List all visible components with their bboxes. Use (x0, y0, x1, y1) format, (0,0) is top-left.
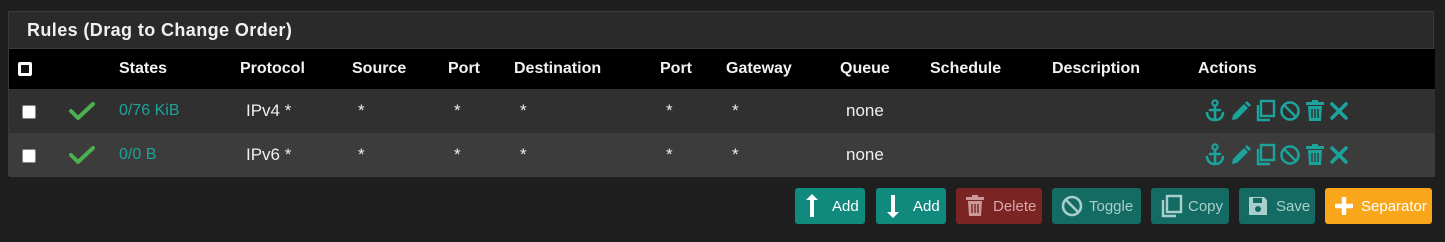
copy-label: Copy (1188, 197, 1224, 215)
disable-icon[interactable] (1279, 143, 1301, 167)
col-gateway: Gateway (726, 60, 792, 77)
row-dest-port: * (666, 101, 673, 120)
rules-panel: Rules (Drag to Change Order) States Prot… (8, 11, 1435, 177)
row-gateway: * (732, 145, 739, 164)
add-bottom-label: Add (913, 197, 940, 215)
col-queue: Queue (840, 60, 890, 77)
separator-label: Separator (1361, 197, 1427, 215)
check-icon (69, 145, 119, 165)
copy-button[interactable]: Copy (1151, 188, 1229, 224)
col-states: States (119, 60, 168, 77)
row-port: * (454, 145, 461, 164)
anchor-icon[interactable] (1204, 143, 1226, 167)
row-description (1052, 133, 1198, 177)
arrow-down-icon (884, 194, 902, 222)
delete-label: Delete (993, 197, 1037, 215)
row-checkbox[interactable] (22, 104, 36, 119)
row-checkbox[interactable] (22, 148, 36, 163)
pencil-icon[interactable] (1229, 143, 1251, 167)
row-dest-port: * (666, 145, 673, 164)
toggle-label: Toggle (1089, 197, 1134, 215)
row-destination: * (520, 145, 527, 164)
disable-icon[interactable] (1279, 99, 1301, 123)
col-dest-port: Port (660, 60, 692, 77)
row-protocol: IPv6 * (246, 145, 292, 164)
disable-icon (1060, 194, 1084, 222)
row-destination: * (520, 101, 527, 120)
panel-title: Rules (Drag to Change Order) (9, 12, 1433, 49)
trash-icon (964, 194, 986, 222)
col-port: Port (448, 60, 480, 77)
row-gateway: * (732, 101, 739, 120)
row-states[interactable]: 0/0 B (119, 133, 240, 177)
toggle-button[interactable]: Toggle (1052, 188, 1141, 224)
row-source: * (358, 145, 365, 164)
add-top-label: Add (832, 197, 859, 215)
separator-button[interactable]: Separator (1325, 188, 1432, 224)
row-queue: none (846, 101, 884, 120)
pencil-icon[interactable] (1229, 99, 1251, 123)
table-header-row: States Protocol Source Port Destination … (9, 49, 1435, 89)
save-label: Save (1276, 197, 1311, 215)
close-icon[interactable] (1329, 99, 1349, 123)
trash-icon[interactable] (1304, 143, 1326, 167)
plus-icon (1333, 194, 1355, 222)
rules-table: States Protocol Source Port Destination … (9, 49, 1435, 177)
col-destination: Destination (514, 60, 602, 77)
anchor-icon[interactable] (1204, 99, 1226, 123)
col-source: Source (352, 60, 407, 77)
copy-icon[interactable] (1254, 99, 1276, 123)
row-schedule (930, 89, 1052, 133)
arrow-up-icon (803, 194, 821, 222)
row-queue: none (846, 145, 884, 164)
row-port: * (454, 101, 461, 120)
select-all-checkbox[interactable] (18, 61, 32, 76)
save-button[interactable]: Save (1239, 188, 1315, 224)
row-description (1052, 89, 1198, 133)
row-schedule (930, 133, 1052, 177)
row-protocol: IPv4 * (246, 101, 292, 120)
save-icon (1247, 194, 1269, 222)
col-description: Description (1052, 60, 1141, 77)
col-protocol: Protocol (240, 60, 305, 77)
copy-icon[interactable] (1254, 143, 1276, 167)
row-source: * (358, 101, 365, 120)
col-schedule: Schedule (930, 60, 1002, 77)
trash-icon[interactable] (1304, 99, 1326, 123)
check-icon (69, 101, 119, 121)
add-bottom-button[interactable]: Add (876, 188, 946, 224)
copy-icon (1159, 194, 1183, 222)
close-icon[interactable] (1329, 143, 1349, 167)
row-states[interactable]: 0/76 KiB (119, 89, 240, 133)
table-row[interactable]: 0/0 B IPv6 * * * * * * none (9, 133, 1435, 177)
table-row[interactable]: 0/76 KiB IPv4 * * * * * * none (9, 89, 1435, 133)
add-top-button[interactable]: Add (795, 188, 865, 224)
delete-button[interactable]: Delete (956, 188, 1042, 224)
col-actions: Actions (1198, 60, 1257, 77)
